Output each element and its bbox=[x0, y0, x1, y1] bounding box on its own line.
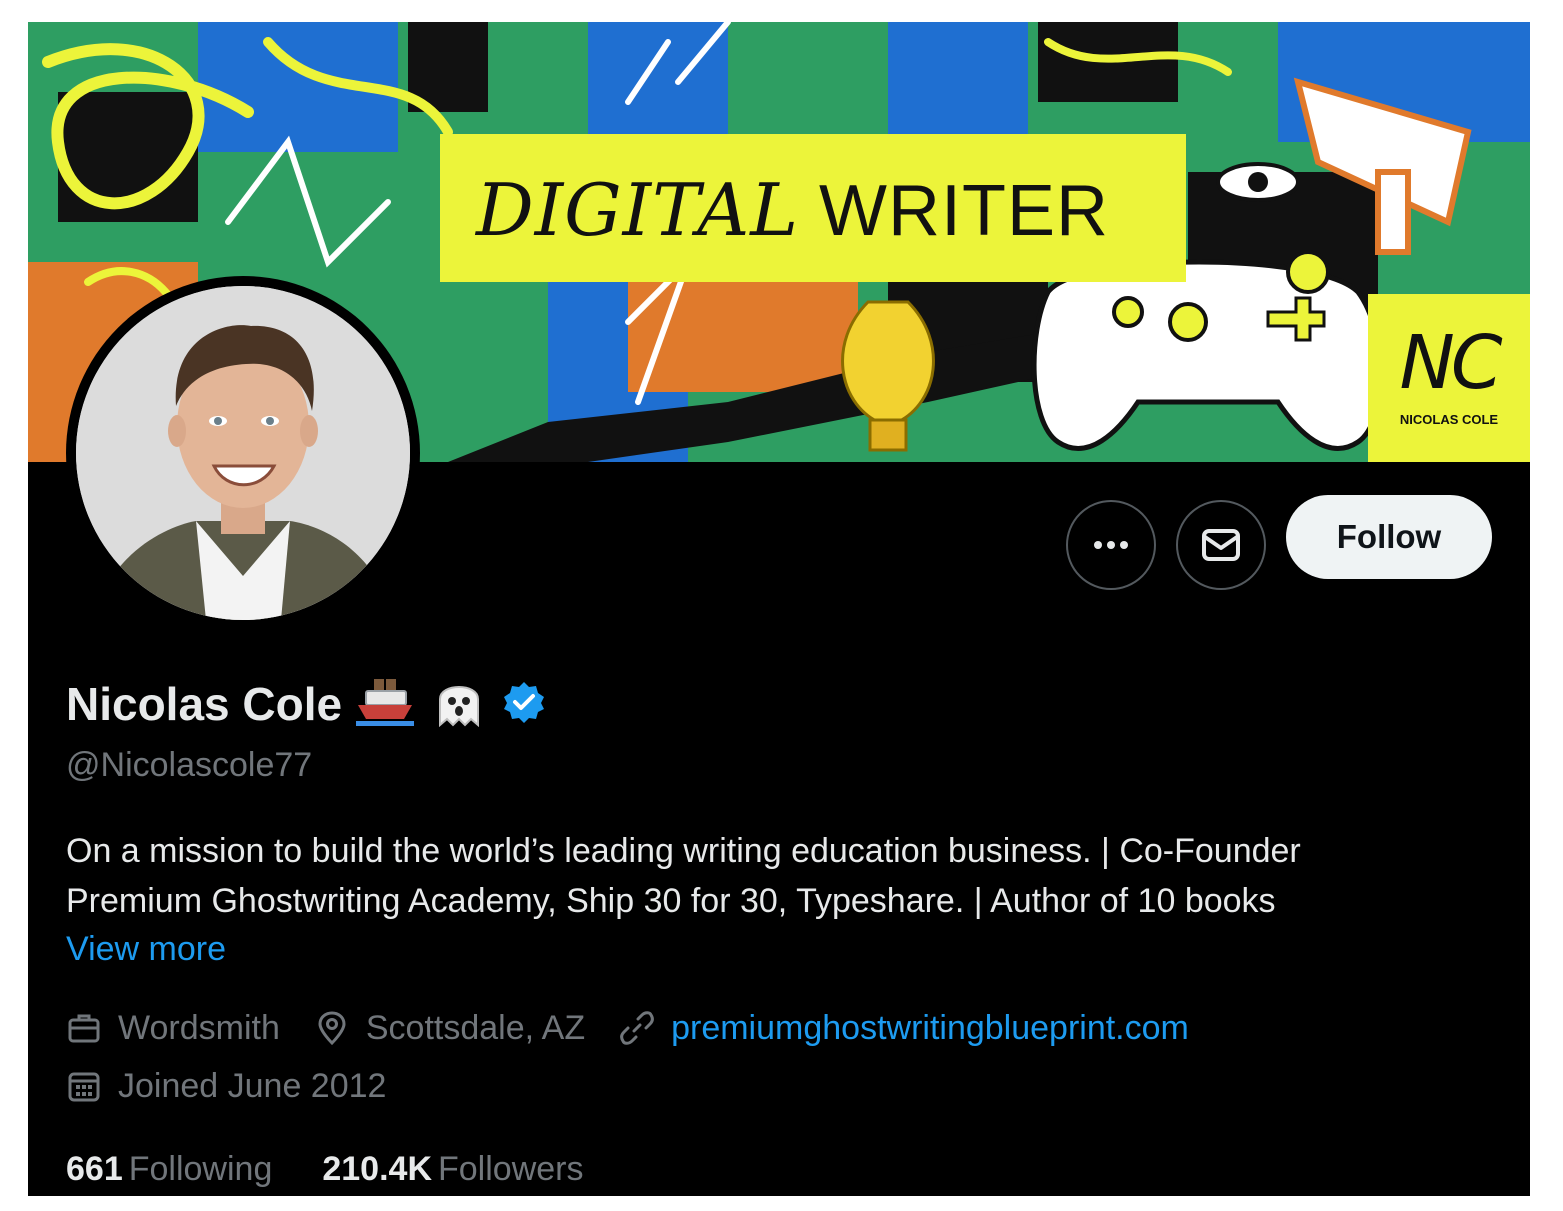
link-icon bbox=[619, 1010, 655, 1046]
follow-button[interactable]: Follow bbox=[1286, 495, 1492, 579]
location-text: Scottsdale, AZ bbox=[365, 1008, 586, 1047]
banner-headline-word2: WRITER bbox=[819, 171, 1110, 251]
more-options-button[interactable] bbox=[1066, 500, 1156, 590]
profile-card: DIGITAL WRITER NC NICOLAS COLE Follow Ni… bbox=[28, 22, 1530, 1196]
envelope-icon bbox=[1202, 529, 1240, 561]
banner-headline-word1: DIGITAL bbox=[476, 168, 800, 252]
avatar-photo bbox=[76, 286, 410, 620]
bio-line-1: On a mission to build the world’s leadin… bbox=[66, 832, 1301, 870]
joined-row: Joined June 2012 bbox=[66, 1064, 420, 1108]
profile-avatar[interactable] bbox=[66, 276, 420, 630]
ghost-icon bbox=[428, 677, 490, 732]
display-name: Nicolas Cole bbox=[66, 678, 343, 730]
profession-item: Wordsmith bbox=[66, 1009, 280, 1048]
website-link[interactable]: premiumghostwritingblueprint.com bbox=[671, 1009, 1189, 1048]
ship-icon bbox=[354, 677, 416, 732]
briefcase-icon bbox=[66, 1010, 102, 1046]
following-count: 661 bbox=[66, 1150, 123, 1188]
joined-text: Joined June 2012 bbox=[118, 1066, 387, 1105]
location-pin-icon bbox=[314, 1010, 350, 1046]
website-item: premiumghostwritingblueprint.com bbox=[619, 1009, 1189, 1048]
banner-logo: NC NICOLAS COLE bbox=[1368, 294, 1530, 462]
joined-item: Joined June 2012 bbox=[66, 1067, 386, 1106]
profile-handle: @Nicolascole77 bbox=[66, 746, 313, 784]
follow-stats: 661 Following 210.4K Followers bbox=[66, 1150, 633, 1189]
display-name-row: Nicolas Cole bbox=[66, 676, 546, 732]
location-item: Scottsdale, AZ bbox=[314, 1009, 585, 1048]
following-link[interactable]: 661 Following bbox=[66, 1150, 272, 1189]
banner-monogram-name: NICOLAS COLE bbox=[1399, 412, 1499, 427]
bio-line-2: Premium Ghostwriting Academy, Ship 30 fo… bbox=[66, 882, 1276, 920]
calendar-icon bbox=[66, 1068, 102, 1104]
more-horizontal-icon bbox=[1094, 541, 1128, 549]
followers-count: 210.4K bbox=[322, 1150, 432, 1188]
profile-meta-row: Wordsmith Scottsdale, AZ premiumghostwri… bbox=[66, 1006, 1223, 1050]
followers-label: Followers bbox=[438, 1150, 584, 1188]
view-more-link[interactable]: View more bbox=[66, 930, 226, 969]
profession-text: Wordsmith bbox=[118, 1008, 280, 1047]
following-label: Following bbox=[128, 1150, 273, 1188]
profile-bio: On a mission to build the world’s leadin… bbox=[66, 826, 1506, 926]
message-button[interactable] bbox=[1176, 500, 1266, 590]
verified-badge-icon[interactable] bbox=[502, 680, 546, 729]
banner-monogram: NC bbox=[1399, 320, 1502, 406]
followers-link[interactable]: 210.4K Followers bbox=[322, 1150, 583, 1189]
banner-headline: DIGITAL WRITER bbox=[440, 134, 1186, 282]
